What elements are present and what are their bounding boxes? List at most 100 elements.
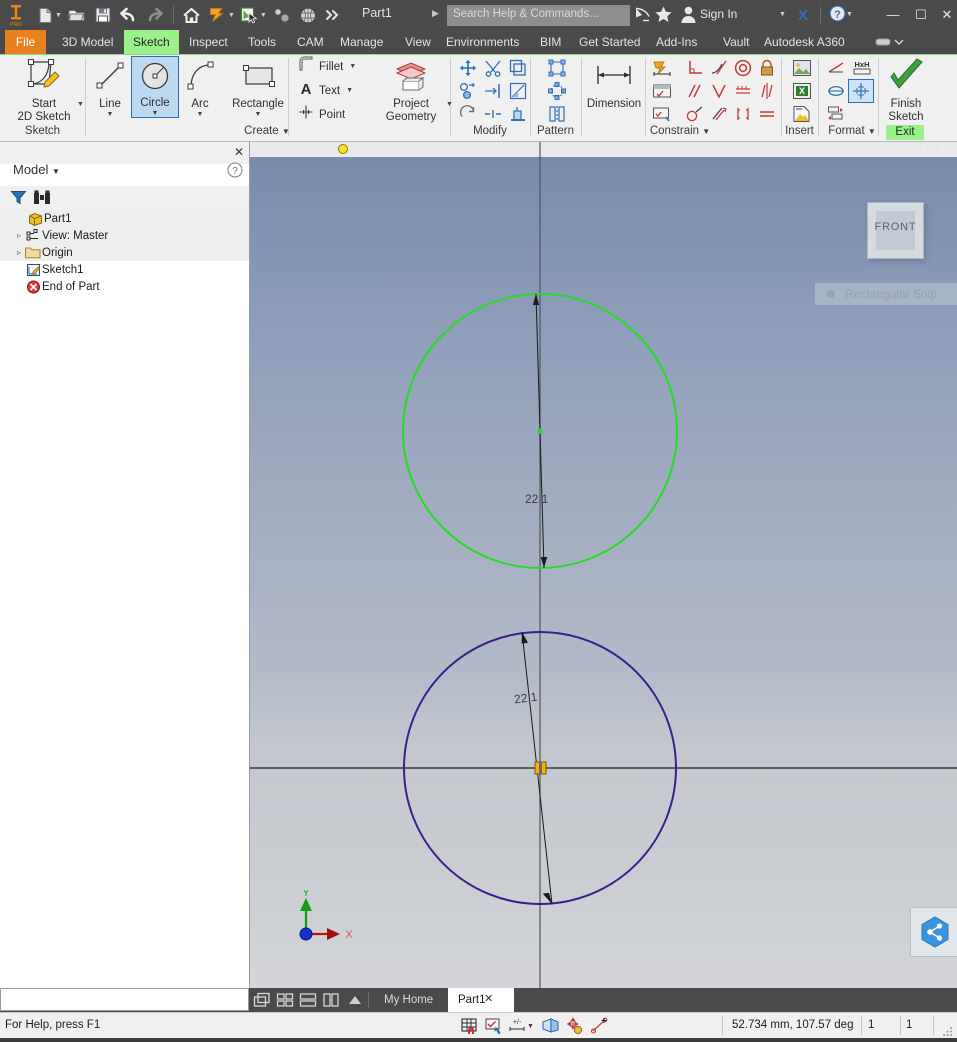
symmetric-icon[interactable] (754, 79, 780, 103)
open-folder-icon[interactable] (64, 1, 90, 29)
panel-create-caret-icon[interactable]: ▼ (282, 127, 290, 136)
offset-icon[interactable] (505, 56, 531, 80)
split-icon[interactable] (480, 102, 506, 126)
panel-constrain-caret-icon[interactable]: ▼ (702, 127, 710, 136)
tree-item-sketch1[interactable]: Sketch1 (0, 261, 249, 278)
driven-dimension-icon[interactable] (823, 102, 851, 126)
extend-icon[interactable] (480, 79, 506, 103)
tab-vault[interactable]: Vault (714, 30, 758, 54)
equal-length-icon[interactable] (706, 102, 732, 126)
arc-tool-button[interactable]: Arc ▼ (182, 56, 218, 118)
close-button[interactable]: ✕ (934, 4, 957, 26)
tab-sketch[interactable]: Sketch (124, 30, 179, 54)
arrange-up-icon[interactable] (347, 992, 367, 1008)
tree-item-part1[interactable]: Part1 (0, 210, 249, 227)
perpendicular-icon[interactable] (682, 56, 708, 80)
fillet-caret-icon[interactable]: ▼ (349, 63, 356, 70)
panel-label-create[interactable]: Create ▼ (222, 125, 312, 137)
arc-tool-caret-icon[interactable]: ▼ (182, 111, 218, 118)
coincident-icon[interactable] (706, 79, 732, 103)
fillet-tool-button[interactable]: Fillet ▼ (298, 56, 356, 77)
mirror-icon[interactable] (544, 102, 570, 126)
snap-grid-icon[interactable] (460, 1017, 482, 1035)
browser-title-caret-icon[interactable]: ▼ (52, 167, 60, 176)
exchange-apps-icon[interactable]: X (793, 5, 813, 29)
finish-sketch-button[interactable]: Finish Sketch (883, 56, 929, 124)
rectangular-snip-overlay[interactable]: Rectangular Snip (815, 283, 957, 305)
select-mode-icon[interactable] (484, 1017, 506, 1035)
binoculars-icon[interactable] (33, 189, 51, 211)
browser-help-icon[interactable]: ? (227, 162, 243, 178)
help-icon[interactable]: ? (829, 5, 846, 27)
circle-tool-button[interactable]: Circle ▼ (131, 56, 179, 118)
tangent-icon[interactable] (706, 56, 732, 80)
stretch-icon[interactable] (505, 102, 531, 126)
tab-tools[interactable]: Tools (239, 30, 285, 54)
tab-add-ins[interactable]: Add-Ins (647, 30, 706, 54)
tab-view[interactable]: View (396, 30, 440, 54)
maximize-button[interactable]: ☐ (908, 4, 934, 26)
tab-environments[interactable]: Environments (437, 30, 528, 54)
filter-icon[interactable] (10, 189, 27, 211)
dimension-button[interactable]: Dimension (585, 56, 643, 111)
lower-dimension-value[interactable]: 22.1 (513, 690, 538, 707)
collinear-icon[interactable] (730, 79, 756, 103)
sign-in-caret[interactable]: ▼ (779, 11, 786, 18)
rectangle-tool-button[interactable]: Rectangle ▼ (222, 56, 294, 118)
shadow-icon[interactable] (540, 1017, 562, 1035)
cascade-icon[interactable] (253, 992, 273, 1008)
tab-part1[interactable]: Part1 (448, 988, 514, 1012)
tab-inspect[interactable]: Inspect (180, 30, 237, 54)
rectangle-tool-caret-icon[interactable]: ▼ (222, 111, 294, 118)
start-2d-sketch-caret-icon[interactable]: ▼ (77, 101, 84, 108)
center-point-icon[interactable] (848, 79, 874, 103)
browser-close-icon[interactable]: ✕ (234, 145, 244, 159)
document-title-arrow[interactable]: ▶ (432, 8, 439, 19)
parallel-icon[interactable] (682, 79, 708, 103)
user-account-icon[interactable] (680, 5, 697, 29)
panel-format-caret-icon[interactable]: ▼ (868, 127, 876, 136)
tab-part1-close-icon[interactable]: ✕ (484, 992, 493, 1005)
scale-icon[interactable] (505, 79, 531, 103)
rotate-icon[interactable] (455, 102, 481, 126)
centerline-icon[interactable] (823, 79, 849, 103)
home-icon[interactable] (179, 1, 205, 29)
tab-get-started[interactable]: Get Started (570, 30, 649, 54)
tile-vertical-icon[interactable] (322, 992, 342, 1008)
circular-pattern-icon[interactable] (544, 79, 570, 103)
appearance-icon[interactable] (269, 1, 295, 29)
show-constraints-icon[interactable] (648, 102, 676, 126)
more-icon[interactable] (321, 1, 343, 29)
move-icon[interactable] (455, 56, 481, 80)
search-input[interactable]: Search Help & Commands... (447, 5, 630, 26)
horizontal-icon[interactable] (730, 102, 756, 126)
tree-item-view-master[interactable]: ▹ View: Master (0, 227, 249, 244)
insert-acad-icon[interactable] (788, 102, 816, 126)
tab-bim[interactable]: BIM (531, 30, 570, 54)
smooth-icon[interactable] (682, 102, 708, 126)
tab-file[interactable]: File (5, 30, 46, 54)
minimize-button[interactable]: — (880, 4, 906, 26)
tree-twisty[interactable]: ▹ (14, 231, 24, 240)
graphics-viewport[interactable]: — ❐ ✕ 22.1 22.1 FRONT Rectangular Snip Y… (250, 142, 957, 988)
line-tool-button[interactable]: Line ▼ (90, 56, 130, 118)
text-caret-icon[interactable]: ▼ (346, 87, 353, 94)
new-file-dropdown-caret[interactable]: ▼ (55, 12, 62, 19)
select-dropdown-caret[interactable]: ▼ (260, 12, 267, 19)
save-icon[interactable] (90, 1, 116, 29)
tab-my-home[interactable]: My Home (374, 988, 443, 1012)
favorites-star-icon[interactable] (654, 5, 673, 29)
circle-tool-caret-icon[interactable]: ▼ (132, 110, 178, 117)
material-icon[interactable] (295, 1, 321, 29)
tab-autodesk-a360[interactable]: Autodesk A360 (755, 30, 854, 54)
point-tool-button[interactable]: Point (298, 104, 345, 125)
insert-image-icon[interactable] (788, 56, 816, 80)
project-geometry-button[interactable]: Project Geometry (375, 56, 447, 124)
copy-icon[interactable] (455, 79, 481, 103)
tile-horizontal-icon[interactable] (299, 992, 319, 1008)
sign-in-label[interactable]: Sign In (700, 7, 737, 21)
view-cube[interactable]: FRONT (867, 202, 924, 259)
project-geometry-caret-icon[interactable]: ▼ (446, 101, 453, 108)
share-nav-button[interactable] (910, 907, 957, 957)
concentric-icon[interactable] (730, 56, 756, 80)
